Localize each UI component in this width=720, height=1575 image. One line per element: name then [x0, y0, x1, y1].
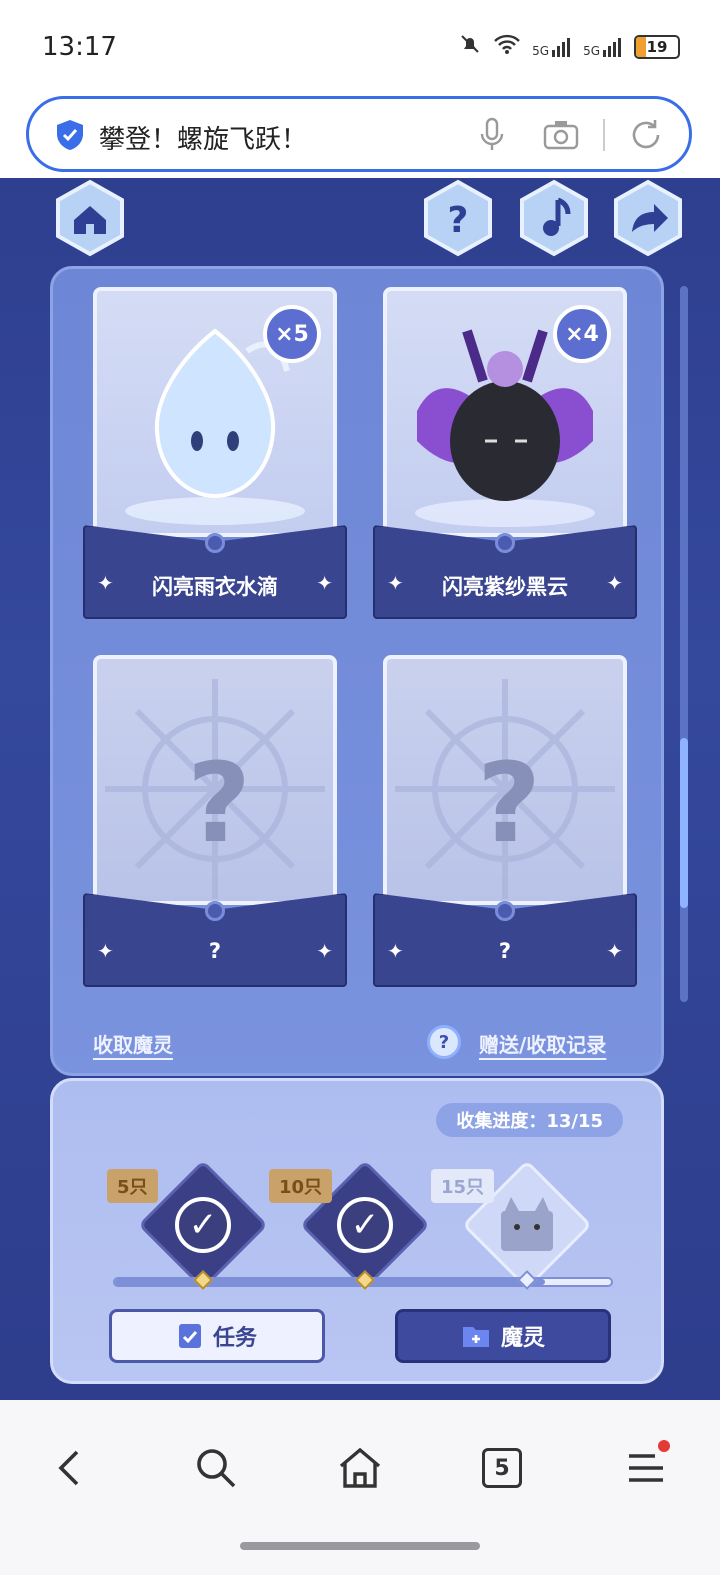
- spirit-card[interactable]: ? ✦ ? ✦: [83, 655, 347, 991]
- spirit-card[interactable]: ×5 ✦ 闪亮雨衣水滴 ✦: [83, 287, 347, 623]
- card-name: ?: [498, 939, 512, 963]
- share-button[interactable]: [608, 178, 688, 258]
- microphone-icon[interactable]: [479, 117, 505, 153]
- spirit-button-label: 魔灵: [500, 1326, 545, 1351]
- wifi-icon: [492, 32, 522, 61]
- card-artwork: ?: [383, 655, 627, 905]
- task-icon: [178, 1324, 201, 1348]
- tabs-button[interactable]: 5: [472, 1438, 532, 1498]
- card-artwork: ?: [93, 655, 337, 905]
- card-artwork: ×4: [383, 287, 627, 537]
- home-icon: [339, 1447, 381, 1488]
- records-link[interactable]: 赠送/收取记录: [479, 1029, 606, 1058]
- check-icon: ✓: [337, 1197, 393, 1253]
- milestone-label: 5只: [107, 1169, 158, 1203]
- milestone-label: 10只: [269, 1169, 333, 1203]
- sparkle-icon: ✦: [606, 939, 623, 963]
- battery-icon: 19: [634, 34, 680, 59]
- pin-icon: [205, 901, 225, 921]
- card-artwork: ×5: [93, 287, 337, 537]
- divider: [603, 119, 605, 151]
- address-bar[interactable]: 攀登！螺旋飞跃！: [26, 96, 692, 172]
- battery-level: 19: [646, 37, 668, 56]
- browser-bottom-nav: 5: [0, 1400, 720, 1575]
- sparkle-icon: ✦: [316, 939, 333, 963]
- count-badge: ×5: [263, 305, 321, 363]
- milestone-label: 15只: [431, 1169, 495, 1203]
- reload-icon[interactable]: [629, 117, 663, 153]
- shield-icon: [57, 120, 83, 150]
- share-icon: [614, 179, 682, 257]
- pin-icon: [495, 901, 515, 921]
- task-button[interactable]: 任务: [109, 1309, 325, 1363]
- status-time: 13:17: [42, 32, 117, 62]
- mute-icon: [458, 32, 482, 61]
- home-indicator: [240, 1542, 480, 1550]
- spirit-card[interactable]: ×4 ✦ 闪亮紫纱黑云 ✦: [373, 287, 637, 623]
- pin-icon: [205, 533, 225, 553]
- card-name: ?: [208, 939, 222, 963]
- signal-label: 5G: [583, 43, 600, 58]
- signal-icon: 5G: [532, 36, 573, 58]
- back-icon: [58, 1450, 79, 1486]
- notification-dot: [658, 1440, 670, 1452]
- page-title[interactable]: 攀登！螺旋飞跃！: [99, 119, 307, 156]
- signal-label: 5G: [532, 43, 550, 58]
- search-icon: [197, 1449, 236, 1488]
- search-button[interactable]: [186, 1438, 246, 1498]
- cat-box-icon: [501, 1197, 553, 1251]
- progress-fill: [115, 1279, 545, 1285]
- home-button[interactable]: [330, 1438, 390, 1498]
- game-area: ? ×5 ✦ 闪亮雨衣水滴 ✦ ×4 ✦ 闪亮紫纱黑云 ✦ ? ✦ ? ✦ ? …: [0, 178, 720, 1400]
- music-button[interactable]: [514, 178, 594, 258]
- camera-icon[interactable]: [543, 119, 579, 151]
- status-icons: 5G 5G 19: [458, 32, 680, 61]
- signal-icon: 5G: [583, 36, 624, 58]
- music-icon: [520, 179, 588, 257]
- spirit-card[interactable]: ? ✦ ? ✦: [373, 655, 637, 991]
- tabs-icon: 5: [482, 1448, 522, 1488]
- menu-button[interactable]: [616, 1438, 676, 1498]
- count-badge: ×4: [553, 305, 611, 363]
- collect-spirit-link[interactable]: 收取魔灵: [93, 1029, 173, 1058]
- folder-icon: [462, 1327, 489, 1347]
- unknown-mark: ?: [477, 739, 541, 867]
- menu-icon: [629, 1454, 663, 1482]
- card-name: 闪亮紫纱黑云: [442, 575, 568, 599]
- progress-label: 收集进度：13/15: [436, 1103, 623, 1137]
- status-bar: 13:17 5G 5G 19: [0, 0, 720, 92]
- home-icon: [56, 179, 124, 257]
- back-button[interactable]: [40, 1438, 100, 1498]
- sparkle-icon: ✦: [316, 571, 333, 595]
- svg-text:?: ?: [448, 200, 469, 241]
- collection-progress-panel: 收集进度：13/15 ✓ 5只 ✓ 10只 15只 任务 魔灵: [50, 1078, 664, 1384]
- help-icon: ?: [424, 179, 492, 257]
- address-area: 攀登！螺旋飞跃！: [0, 92, 720, 178]
- spirit-button[interactable]: 魔灵: [395, 1309, 611, 1363]
- check-icon: ✓: [175, 1197, 231, 1253]
- pin-icon: [495, 533, 515, 553]
- sparkle-icon: ✦: [606, 571, 623, 595]
- unknown-mark: ?: [187, 739, 251, 867]
- help-icon[interactable]: ?: [427, 1025, 461, 1059]
- home-button[interactable]: [50, 178, 130, 258]
- card-name: 闪亮雨衣水滴: [152, 575, 278, 599]
- scrollbar-thumb[interactable]: [680, 738, 688, 908]
- help-button[interactable]: ?: [418, 178, 498, 258]
- card-collection-panel: ×5 ✦ 闪亮雨衣水滴 ✦ ×4 ✦ 闪亮紫纱黑云 ✦ ? ✦ ? ✦ ? ✦ …: [50, 266, 664, 1076]
- task-button-label: 任务: [212, 1326, 257, 1351]
